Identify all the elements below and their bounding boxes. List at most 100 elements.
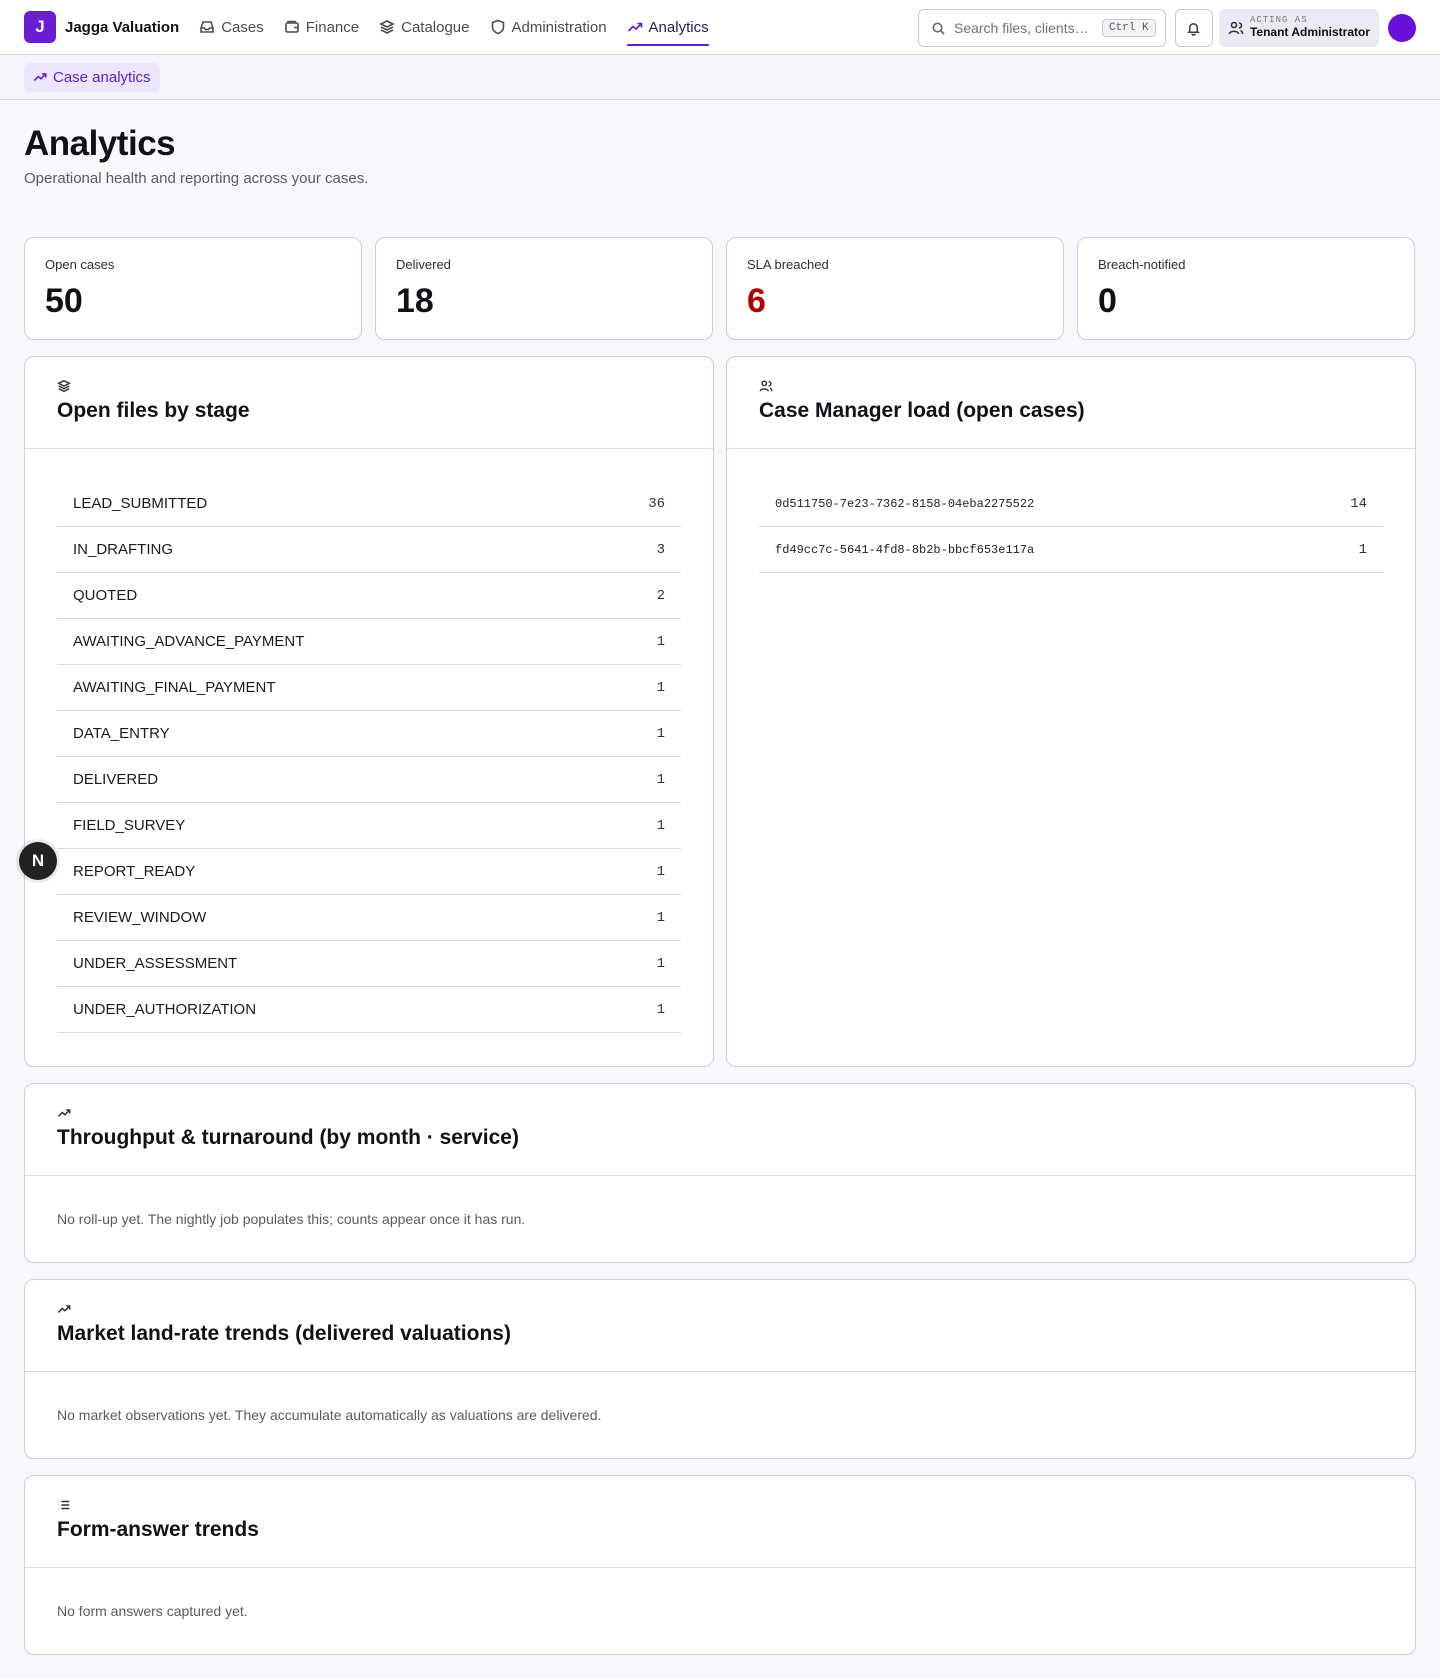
stage-row[interactable]: DATA_ENTRY 1 <box>57 711 681 757</box>
trending-up-icon <box>627 22 642 32</box>
brand-logo: J <box>24 11 56 43</box>
search-icon <box>932 22 945 35</box>
stage-row[interactable]: UNDER_ASSESSMENT 1 <box>57 941 681 987</box>
throughput-panel: Throughput & turnaround (by month · serv… <box>24 1083 1416 1263</box>
layers-icon <box>57 379 71 393</box>
nav-label: Cases <box>221 18 264 36</box>
row-label: DATA_ENTRY <box>73 725 170 742</box>
search-input[interactable] <box>953 20 1094 36</box>
nav-label: Administration <box>511 18 607 36</box>
notifications-button[interactable] <box>1174 9 1213 47</box>
stage-row[interactable]: LEAD_SUBMITTED 36 <box>57 481 681 527</box>
panel-header: Throughput & turnaround (by month · serv… <box>25 1084 1415 1176</box>
row-count: 14 <box>1350 495 1367 512</box>
row-label: IN_DRAFTING <box>73 541 174 558</box>
inbox-icon <box>200 21 215 33</box>
row-label: fd49cc7c-5641-4fd8-8b2b-bbcf653e117a <box>775 542 1035 557</box>
row-label: 0d511750-7e23-7362-8158-04eba2275522 <box>775 496 1035 511</box>
row-label: QUOTED <box>73 587 138 604</box>
row-count: 2 <box>656 587 665 604</box>
stage-row[interactable]: FIELD_SURVEY 1 <box>57 803 681 849</box>
nav-label: Analytics <box>648 18 709 36</box>
kpi-card-sla-breached: SLA breached 6 <box>726 237 1064 340</box>
row-count: 1 <box>656 955 665 972</box>
acting-as-role: Tenant Administrator <box>1249 25 1370 40</box>
panel-title: Open files by stage <box>57 399 250 422</box>
row-label: UNDER_AUTHORIZATION <box>73 1001 257 1018</box>
nav-item-administration[interactable]: Administration <box>490 0 607 55</box>
tab-case-analytics[interactable]: Case analytics <box>24 62 160 92</box>
stage-row[interactable]: QUOTED 2 <box>57 573 681 619</box>
kpi-value: 6 <box>747 282 766 320</box>
panel-title: Case Manager load (open cases) <box>759 399 1085 422</box>
nav-item-finance[interactable]: Finance <box>284 0 359 55</box>
acting-as-text: ACTING AS Tenant Administrator <box>1250 16 1370 39</box>
top-navbar: J Jagga Valuation Cases Finance Catalogu… <box>0 0 1440 55</box>
row-label: DELIVERED <box>73 771 159 788</box>
kpi-value: 50 <box>45 282 83 320</box>
nav-item-cases[interactable]: Cases <box>199 0 264 55</box>
case-manager-row[interactable]: 0d511750-7e23-7362-8158-04eba2275522 14 <box>759 481 1383 527</box>
form-answer-trends-panel: Form-answer trends No form answers captu… <box>24 1475 1416 1655</box>
kpi-card-delivered: Delivered 18 <box>375 237 713 340</box>
avatar[interactable] <box>1388 14 1416 42</box>
kpi-card-breach-notified: Breach-notified 0 <box>1077 237 1415 340</box>
panel-title: Market land-rate trends (delivered valua… <box>57 1322 511 1345</box>
nav-label: Catalogue <box>401 18 470 36</box>
trending-up-icon <box>57 1109 71 1118</box>
kpi-label: SLA breached <box>747 257 829 272</box>
stage-row[interactable]: UNDER_AUTHORIZATION 1 <box>57 987 681 1033</box>
page-subtitle: Operational health and reporting across … <box>24 170 369 187</box>
row-count: 1 <box>656 817 665 834</box>
row-label: UNDER_ASSESSMENT <box>73 955 238 972</box>
stage-row[interactable]: DELIVERED 1 <box>57 757 681 803</box>
case-manager-load-panel: Case Manager load (open cases) 0d511750-… <box>726 356 1416 1067</box>
brand[interactable]: J Jagga Valuation <box>24 11 179 43</box>
row-label: FIELD_SURVEY <box>73 817 186 834</box>
row-count: 1 <box>656 633 665 650</box>
kpi-label: Breach-notified <box>1098 257 1186 272</box>
nav-item-analytics[interactable]: Analytics <box>626 0 709 55</box>
trending-up-icon <box>33 73 47 82</box>
search-box[interactable]: Ctrl K <box>917 9 1166 47</box>
row-count: 36 <box>648 495 665 512</box>
row-count: 1 <box>656 909 665 926</box>
stage-row[interactable]: AWAITING_ADVANCE_PAYMENT 1 <box>57 619 681 665</box>
stage-row[interactable]: AWAITING_FINAL_PAYMENT 1 <box>57 665 681 711</box>
shield-icon <box>491 19 504 35</box>
bell-icon <box>1187 22 1201 36</box>
panel-header: Market land-rate trends (delivered valua… <box>25 1280 1415 1372</box>
stage-row[interactable]: REVIEW_WINDOW 1 <box>57 895 681 941</box>
acting-as-switcher[interactable]: ACTING AS Tenant Administrator <box>1218 9 1379 47</box>
row-label: REPORT_READY <box>73 863 196 880</box>
row-label: AWAITING_ADVANCE_PAYMENT <box>73 633 305 650</box>
panel-title: Throughput & turnaround (by month · serv… <box>57 1126 519 1149</box>
floating-badge-button[interactable]: N <box>19 842 57 880</box>
kpi-row: Open cases 50 Delivered 18 SLA breached … <box>24 237 1415 340</box>
sub-navbar: Case analytics <box>0 55 1440 100</box>
kpi-value: 0 <box>1098 282 1117 320</box>
row-label: REVIEW_WINDOW <box>73 909 207 926</box>
panel-header: Open files by stage <box>25 357 713 449</box>
kpi-label: Open cases <box>45 257 115 272</box>
stage-row[interactable]: IN_DRAFTING 3 <box>57 527 681 573</box>
case-manager-row[interactable]: fd49cc7c-5641-4fd8-8b2b-bbcf653e117a 1 <box>759 527 1383 573</box>
main-nav: Cases Finance Catalogue Administration A… <box>199 0 709 55</box>
trending-up-icon <box>57 1305 71 1314</box>
row-count: 1 <box>656 725 665 742</box>
empty-state: No market observations yet. They accumul… <box>57 1406 602 1423</box>
brand-name: Jagga Valuation <box>65 18 180 36</box>
row-count: 1 <box>1358 541 1367 558</box>
market-trends-panel: Market land-rate trends (delivered valua… <box>24 1279 1416 1459</box>
stages-panel: Open files by stage LEAD_SUBMITTED 36 IN_D… <box>24 356 714 1067</box>
nav-item-catalogue[interactable]: Catalogue <box>379 0 470 55</box>
stage-row[interactable]: REPORT_READY 1 <box>57 849 681 895</box>
wallet-icon <box>284 20 299 33</box>
topbar-actions: Ctrl K ACTING AS Tenant Administrator <box>917 9 1416 47</box>
list-icon <box>58 1500 70 1510</box>
kpi-value: 18 <box>396 282 434 320</box>
users-icon <box>1228 21 1244 35</box>
row-count: 1 <box>656 771 665 788</box>
page-header: Analytics Operational health and reporti… <box>0 100 1440 187</box>
row-label: LEAD_SUBMITTED <box>73 495 208 512</box>
